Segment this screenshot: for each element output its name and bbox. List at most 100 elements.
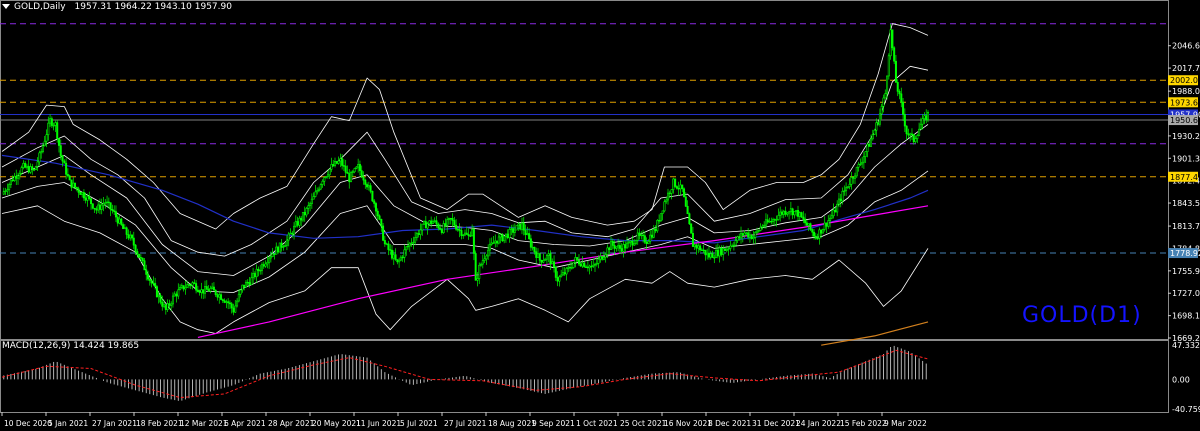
candle-body (200, 289, 203, 293)
candle-body (551, 261, 554, 265)
candle-body (86, 195, 89, 201)
candle-body (45, 134, 48, 142)
candle-body (382, 225, 385, 241)
candle-body (43, 140, 46, 147)
candle-body (84, 197, 87, 201)
candle-body (499, 234, 502, 238)
candle-body (554, 266, 557, 278)
candle-body (877, 122, 880, 125)
candle-body (472, 229, 475, 254)
candle-body (426, 223, 429, 229)
candle-body (407, 245, 410, 248)
candle-body (57, 138, 60, 146)
candle-body (287, 233, 290, 241)
candle-body (821, 229, 824, 234)
candle-body (437, 223, 440, 229)
band-upper-line (1, 23, 929, 230)
candle-body (29, 166, 32, 173)
candle-body (277, 246, 280, 253)
candle-body (415, 233, 418, 238)
candle-body (690, 223, 693, 234)
candle-body (593, 263, 596, 266)
price-pane-frame (0, 0, 1169, 340)
candle-body (695, 244, 698, 249)
candle-body (515, 225, 518, 231)
candle-body (752, 237, 755, 240)
candle-body (802, 216, 805, 220)
candle-body (248, 282, 251, 285)
candle-body (282, 246, 285, 248)
candle-body (285, 239, 288, 246)
candle-body (4, 190, 7, 193)
ma-orange-line (821, 321, 929, 346)
candle-body (878, 113, 881, 125)
candle-body (633, 243, 636, 246)
candle-body (722, 248, 725, 255)
candle-body (469, 235, 472, 237)
candle-body (328, 168, 331, 176)
candle-body (675, 186, 678, 189)
candle-body (132, 237, 135, 246)
candle-body (506, 233, 509, 239)
candle-body (772, 219, 775, 223)
candle-body (789, 208, 792, 213)
candle-body (72, 182, 75, 188)
candle-body (360, 170, 363, 178)
candle-body (163, 304, 166, 307)
candle-body (465, 232, 468, 235)
candle-body (305, 208, 308, 216)
candle-body (116, 216, 119, 224)
candle-body (264, 263, 267, 267)
candle-body (442, 223, 445, 233)
candle-body (597, 258, 600, 264)
candle-body (412, 241, 415, 244)
macd-pane: 47.332 0.00 -40.759 (1, 341, 1200, 414)
candle-body (780, 211, 783, 215)
candle-body (643, 235, 646, 243)
candle-body (576, 257, 579, 261)
candle-body (52, 125, 55, 127)
candle-body (366, 184, 369, 188)
candle-body (278, 242, 281, 253)
watermark-label: GOLD(D1) (1022, 303, 1142, 328)
price-tick-label: 2017.75 (1172, 64, 1200, 73)
candle-body (926, 112, 929, 121)
candle-body (683, 188, 686, 198)
candle-body (688, 213, 691, 225)
candle-body (925, 115, 928, 121)
candle-body (814, 235, 817, 239)
candle-body (686, 205, 689, 215)
dropdown-triangle-icon[interactable] (2, 4, 10, 9)
candle-body (182, 285, 185, 290)
candle-body (870, 138, 873, 147)
candle-body (314, 191, 317, 197)
candle-body (807, 223, 810, 226)
candle-body (887, 55, 890, 77)
price-tick-label: 1988.00 (1172, 87, 1200, 96)
candle-body (852, 177, 855, 179)
candle-body (394, 254, 397, 260)
candle-body (236, 300, 239, 307)
candle-body (257, 268, 260, 272)
candle-body (480, 263, 483, 266)
candle-body (805, 222, 808, 226)
candle-body (654, 228, 657, 232)
candle-body (634, 240, 637, 244)
candle-body (768, 220, 771, 223)
candle-body (196, 289, 199, 292)
candle-body (478, 264, 481, 279)
candle-body (512, 228, 515, 233)
candle-body (649, 234, 652, 242)
candle-body (198, 291, 201, 293)
candle-body (602, 256, 605, 260)
candle-body (825, 222, 828, 227)
candle-body (474, 253, 477, 281)
candle-body (670, 189, 673, 194)
candle-body (220, 294, 223, 300)
date-axis: 10 Dec 20205 Jan 2021 27 Jan 2021 18 Feb 2… (1, 412, 927, 428)
candle-body (150, 280, 153, 284)
candle-body (544, 258, 547, 261)
candle-body (519, 223, 522, 230)
candle-body (171, 295, 174, 305)
date-tick-label: 18 Feb 2021 (136, 419, 183, 428)
